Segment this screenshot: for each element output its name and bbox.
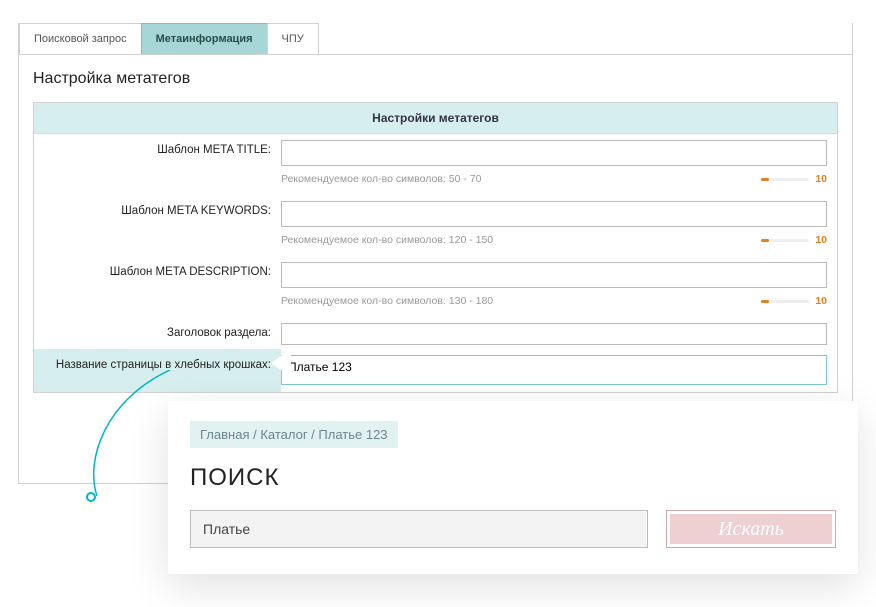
row-section-heading: Заголовок раздела: (34, 317, 837, 349)
connector-endpoint-icon (86, 492, 96, 502)
label-section-heading: Заголовок раздела: (34, 317, 281, 345)
tab-meta-info[interactable]: Метаинформация (141, 23, 268, 54)
row-breadcrumb-name: Название страницы в хлебных крошках: Пла… (34, 349, 837, 392)
row-meta-title: Шаблон META TITLE: Рекомендуемое кол-во … (34, 134, 837, 195)
tab-chpu[interactable]: ЧПУ (267, 23, 319, 54)
input-meta-title[interactable] (281, 140, 827, 166)
hint-meta-title: Рекомендуемое кол-во символов: 50 - 70 (281, 173, 481, 185)
label-meta-description: Шаблон META DESCRIPTION: (34, 256, 281, 284)
label-meta-title: Шаблон META TITLE: (34, 134, 281, 162)
meter-meta-description: 10 (761, 295, 827, 307)
tab-search-query[interactable]: Поисковой запрос (19, 23, 142, 54)
input-breadcrumb-name[interactable]: Платье 123 (281, 355, 827, 385)
input-meta-description[interactable] (281, 262, 827, 288)
tabs: Поисковой запрос Метаинформация ЧПУ (19, 23, 852, 55)
search-input[interactable] (190, 510, 648, 548)
input-meta-keywords[interactable] (281, 201, 827, 227)
settings-header: Настройки метатегов (34, 103, 837, 134)
input-section-heading[interactable] (281, 323, 827, 345)
search-button[interactable]: Искать (666, 510, 836, 548)
hint-meta-description: Рекомендуемое кол-во символов: 130 - 180 (281, 295, 493, 307)
label-meta-keywords: Шаблон META KEYWORDS: (34, 195, 281, 223)
label-breadcrumb-name: Название страницы в хлебных крошках: (34, 349, 281, 377)
meter-meta-keywords: 10 (761, 234, 827, 246)
meter-meta-title: 10 (761, 173, 827, 185)
search-heading: ПОИСК (190, 464, 836, 492)
hint-meta-keywords: Рекомендуемое кол-во символов: 120 - 150 (281, 234, 493, 246)
site-preview-card: Главная / Каталог / Платье 123 ПОИСК Иск… (168, 401, 858, 574)
panel-title: Настройка метатегов (33, 70, 838, 88)
breadcrumb: Главная / Каталог / Платье 123 (190, 421, 398, 448)
row-meta-keywords: Шаблон META KEYWORDS: Рекомендуемое кол-… (34, 195, 837, 256)
settings-box: Настройки метатегов Шаблон META TITLE: Р… (33, 102, 838, 393)
row-meta-description: Шаблон META DESCRIPTION: Рекомендуемое к… (34, 256, 837, 317)
